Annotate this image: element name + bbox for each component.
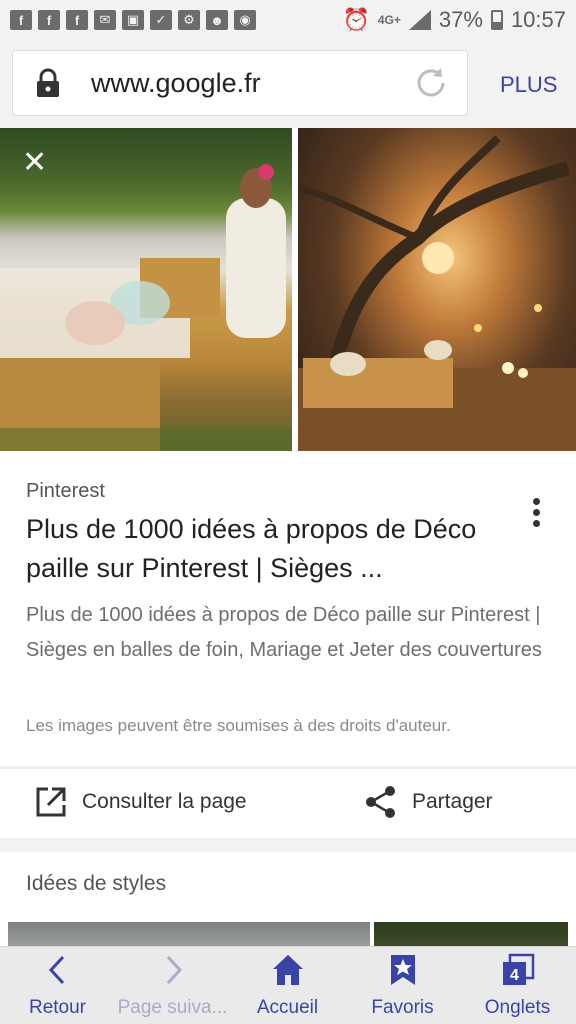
tab-count: 4 bbox=[510, 967, 519, 984]
style-ideas-title: Idées de styles bbox=[26, 872, 167, 895]
nav-favorites-label: Favoris bbox=[371, 997, 434, 1018]
android-icon: ☻ bbox=[206, 10, 228, 30]
chevron-left-icon bbox=[48, 955, 64, 985]
nav-home-label: Accueil bbox=[256, 997, 319, 1018]
status-bar: f f f ✉ ▣ ✓ ⚙ ☻ ◉ ⏰ 4G+ 37% 10:57 bbox=[0, 0, 576, 40]
nav-back-label: Retour bbox=[28, 997, 87, 1018]
share-label: Partager bbox=[412, 790, 493, 813]
facebook-icon: f bbox=[38, 10, 60, 30]
nav-next-button[interactable]: Page suiva... bbox=[115, 953, 230, 1019]
visit-page-button[interactable]: Consulter la page bbox=[34, 785, 247, 819]
result-card: Pinterest Plus de 1000 idées à propos de… bbox=[0, 452, 576, 766]
nav-next-label: Page suiva... bbox=[117, 997, 228, 1018]
plus-menu-button[interactable]: PLUS bbox=[500, 72, 557, 98]
copyright-note: Les images peuvent être soumises à des d… bbox=[26, 716, 451, 735]
outdoor-lounge-photo bbox=[298, 135, 576, 451]
share-icon bbox=[366, 786, 395, 818]
clock: 10:57 bbox=[510, 7, 566, 32]
result-source: Pinterest bbox=[26, 480, 105, 502]
nav-tabs-button[interactable]: 4 Onglets bbox=[460, 953, 575, 1019]
more-options-icon[interactable] bbox=[526, 498, 546, 538]
image-viewer: ✕ bbox=[0, 128, 576, 452]
close-icon[interactable]: ✕ bbox=[22, 148, 47, 178]
reload-icon[interactable] bbox=[413, 65, 449, 101]
camera-icon: ◉ bbox=[234, 10, 256, 30]
signal-icon bbox=[408, 10, 431, 30]
result-description: Plus de 1000 idées à propos de Déco pail… bbox=[26, 604, 542, 661]
nav-favorites-button[interactable]: Favoris bbox=[345, 953, 460, 1019]
bottom-navigation: Retour Page suiva... Accueil Favoris 4 O… bbox=[0, 946, 576, 1024]
tabs-icon: 4 bbox=[502, 953, 534, 985]
battery-percent: 37% bbox=[438, 7, 483, 32]
open-external-icon bbox=[36, 787, 66, 817]
browser-toolbar: www.google.fr PLUS bbox=[0, 40, 576, 128]
main-result-image[interactable]: ✕ bbox=[0, 128, 292, 451]
battery-icon bbox=[490, 10, 503, 30]
notification-icons: f f f ✉ ▣ ✓ ⚙ ☻ ◉ bbox=[10, 10, 256, 30]
nav-back-button[interactable]: Retour bbox=[0, 953, 115, 1019]
bookmark-star-icon bbox=[390, 955, 415, 985]
lock-icon bbox=[37, 68, 59, 97]
visit-page-label: Consulter la page bbox=[82, 790, 247, 813]
url-text: www.google.fr bbox=[91, 67, 261, 98]
network-type: 4G+ bbox=[377, 13, 401, 27]
facebook-icon: f bbox=[66, 10, 88, 30]
address-bar[interactable]: www.google.fr bbox=[12, 50, 468, 116]
nav-tabs-label: Onglets bbox=[484, 997, 551, 1018]
bike-icon: ⚙ bbox=[178, 10, 200, 30]
share-button[interactable]: Partager bbox=[364, 785, 493, 819]
result-title[interactable]: Plus de 1000 idées à propos de Déco pail… bbox=[26, 510, 516, 588]
image-icon: ▣ bbox=[122, 10, 144, 30]
check-icon: ✓ bbox=[150, 10, 172, 30]
facebook-icon: f bbox=[10, 10, 32, 30]
nav-home-button[interactable]: Accueil bbox=[230, 953, 345, 1019]
result-actions: Consulter la page Partager bbox=[0, 768, 576, 838]
alarm-icon: ⏰ bbox=[342, 7, 370, 32]
related-image[interactable] bbox=[298, 128, 576, 451]
mail-icon: ✉ bbox=[94, 10, 116, 30]
chevron-right-icon bbox=[166, 955, 182, 985]
home-icon bbox=[272, 955, 303, 985]
